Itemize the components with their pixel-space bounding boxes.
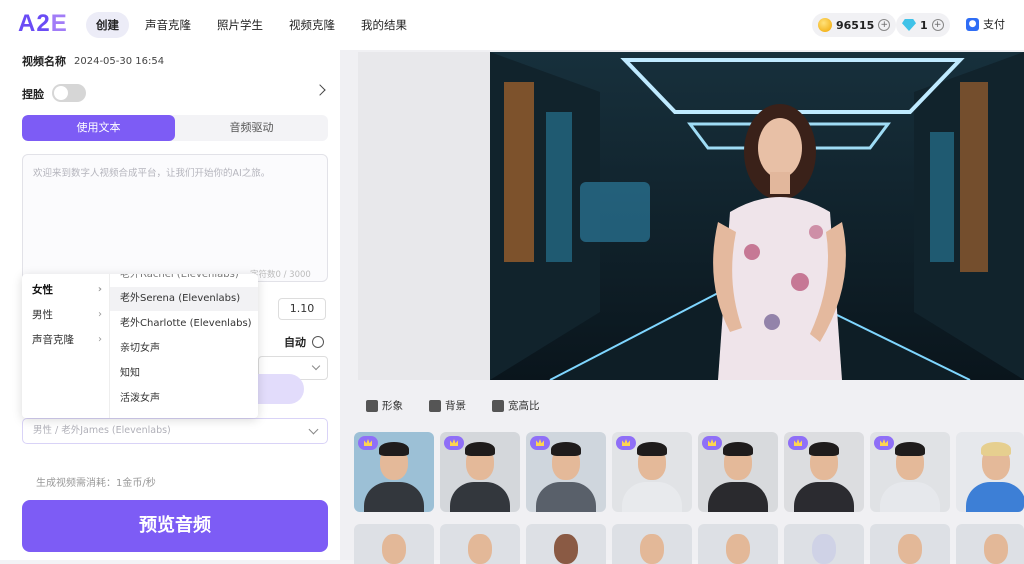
avatar-scene-image xyxy=(490,52,1024,380)
add-gems-icon[interactable]: + xyxy=(931,19,944,31)
voice-option[interactable]: 亲切女声 xyxy=(110,337,258,361)
tab-use-text[interactable]: 使用文本 xyxy=(22,115,175,141)
avatar-thumb[interactable] xyxy=(354,432,434,512)
chevron-right-icon: › xyxy=(98,334,102,345)
avatar-grid xyxy=(354,432,1024,564)
nav-video-clone[interactable]: 视频克隆 xyxy=(279,12,345,38)
avatar-thumb[interactable] xyxy=(956,524,1024,564)
user-icon: ● xyxy=(966,17,979,31)
speed-input[interactable]: 1.10 xyxy=(278,298,326,320)
premium-crown-icon xyxy=(444,436,464,450)
voice-dropdown-menu: 女性 › 男性 › 声音克隆 › 老外Rachel (Elevenlabs) 老外Se… xyxy=(22,274,258,418)
premium-crown-icon xyxy=(616,436,636,450)
pay-button[interactable]: ● 支付 xyxy=(966,16,1005,32)
face-label: 捏脸 xyxy=(22,88,44,101)
cost-text: 生成视频需消耗：1金币/秒 xyxy=(36,478,156,489)
premium-crown-icon xyxy=(358,436,378,450)
avatar-thumb[interactable] xyxy=(698,524,778,564)
avatar-thumb[interactable] xyxy=(440,524,520,564)
voice-play-pill[interactable] xyxy=(258,374,304,404)
nav-voice-clone[interactable]: 声音克隆 xyxy=(135,12,201,38)
premium-crown-icon xyxy=(788,436,808,450)
avatar-thumb[interactable] xyxy=(440,432,520,512)
coin-icon xyxy=(818,18,832,32)
premium-crown-icon xyxy=(702,436,722,450)
person-icon xyxy=(366,399,378,412)
logo[interactable]: A2E xyxy=(18,10,68,38)
tab-avatar[interactable]: 形象 xyxy=(366,398,403,413)
premium-crown-icon xyxy=(874,436,894,450)
add-coins-icon[interactable]: + xyxy=(878,19,891,31)
voice-option[interactable]: 知知 xyxy=(110,362,258,386)
avatar-thumb[interactable] xyxy=(612,524,692,564)
main-nav: 创建 声音克隆 照片学生 视频克隆 我的结果 xyxy=(86,12,417,38)
input-mode-tabs: 使用文本 音频驱动 xyxy=(22,115,328,141)
face-toggle[interactable] xyxy=(52,84,86,102)
video-name-input[interactable]: 2024-05-30 16:54 xyxy=(74,56,164,67)
voice-option[interactable]: 活泼女声 xyxy=(110,387,258,411)
nav-create[interactable]: 创建 xyxy=(86,12,129,38)
globe-icon xyxy=(312,336,324,348)
chevron-right-icon: › xyxy=(98,309,102,320)
media-tabs: 形象 背景 宽高比 xyxy=(366,398,540,413)
avatar-thumb[interactable] xyxy=(870,432,950,512)
voice-select[interactable]: 男性 / 老外James (Elevenlabs) xyxy=(22,418,328,444)
video-name-row[interactable]: 视频名称 2024-05-30 16:54 xyxy=(22,50,328,72)
voice-category-list: 女性 › 男性 › 声音克隆 › xyxy=(22,274,110,418)
avatar-thumb[interactable] xyxy=(870,524,950,564)
avatar-thumb[interactable] xyxy=(956,432,1024,512)
voice-option[interactable]: 老外Charlotte (Elevenlabs) xyxy=(110,312,258,336)
chevron-right-icon[interactable] xyxy=(314,84,326,96)
avatar-thumb[interactable] xyxy=(784,524,864,564)
chevron-right-icon: › xyxy=(97,284,102,295)
avatar-thumb[interactable] xyxy=(354,524,434,564)
avatar-thumb[interactable] xyxy=(698,432,778,512)
avatar-thumb[interactable] xyxy=(612,432,692,512)
voice-option[interactable]: 老外Rachel (Elevenlabs) xyxy=(110,274,258,287)
script-textarea[interactable]: 欢迎来到数字人视频合成平台，让我们开始你的AI之旅。 xyxy=(22,154,328,282)
gem-balance: 1 + xyxy=(896,13,950,37)
image-icon xyxy=(429,399,441,412)
preview-audio-button[interactable]: 预览音频 xyxy=(22,500,328,552)
tab-background[interactable]: 背景 xyxy=(429,398,466,413)
voice-option[interactable]: 老外Serena (Elevenlabs) xyxy=(110,287,258,311)
diamond-icon xyxy=(902,19,916,31)
category-voice-clone[interactable]: 声音克隆 › xyxy=(22,328,110,352)
aspect-ratio-icon xyxy=(492,399,504,412)
coin-balance: 96515 + xyxy=(812,13,897,37)
tab-aspect-ratio[interactable]: 宽高比 xyxy=(492,398,540,413)
tab-audio-drive[interactable]: 音频驱动 xyxy=(175,115,328,141)
nav-photo[interactable]: 照片学生 xyxy=(207,12,273,38)
category-female[interactable]: 女性 › xyxy=(22,278,110,302)
nav-my-results[interactable]: 我的结果 xyxy=(351,12,417,38)
avatar-thumb[interactable] xyxy=(784,432,864,512)
premium-crown-icon xyxy=(530,436,550,450)
top-bar: A2E 创建 声音克隆 照片学生 视频克隆 我的结果 96515 + 1 + ●… xyxy=(0,0,1024,50)
voice-option-list: 老外Rachel (Elevenlabs) 老外Serena (Elevenla… xyxy=(110,274,258,418)
char-counter: 字符数0 / 3000 xyxy=(250,270,311,280)
avatar-thumb[interactable] xyxy=(526,432,606,512)
avatar-thumb[interactable] xyxy=(526,524,606,564)
video-preview[interactable] xyxy=(490,52,1024,380)
category-male[interactable]: 男性 › xyxy=(22,303,110,327)
auto-language[interactable]: 自动 xyxy=(284,334,324,350)
video-padding xyxy=(358,52,490,380)
video-name-label: 视频名称 xyxy=(22,55,66,68)
